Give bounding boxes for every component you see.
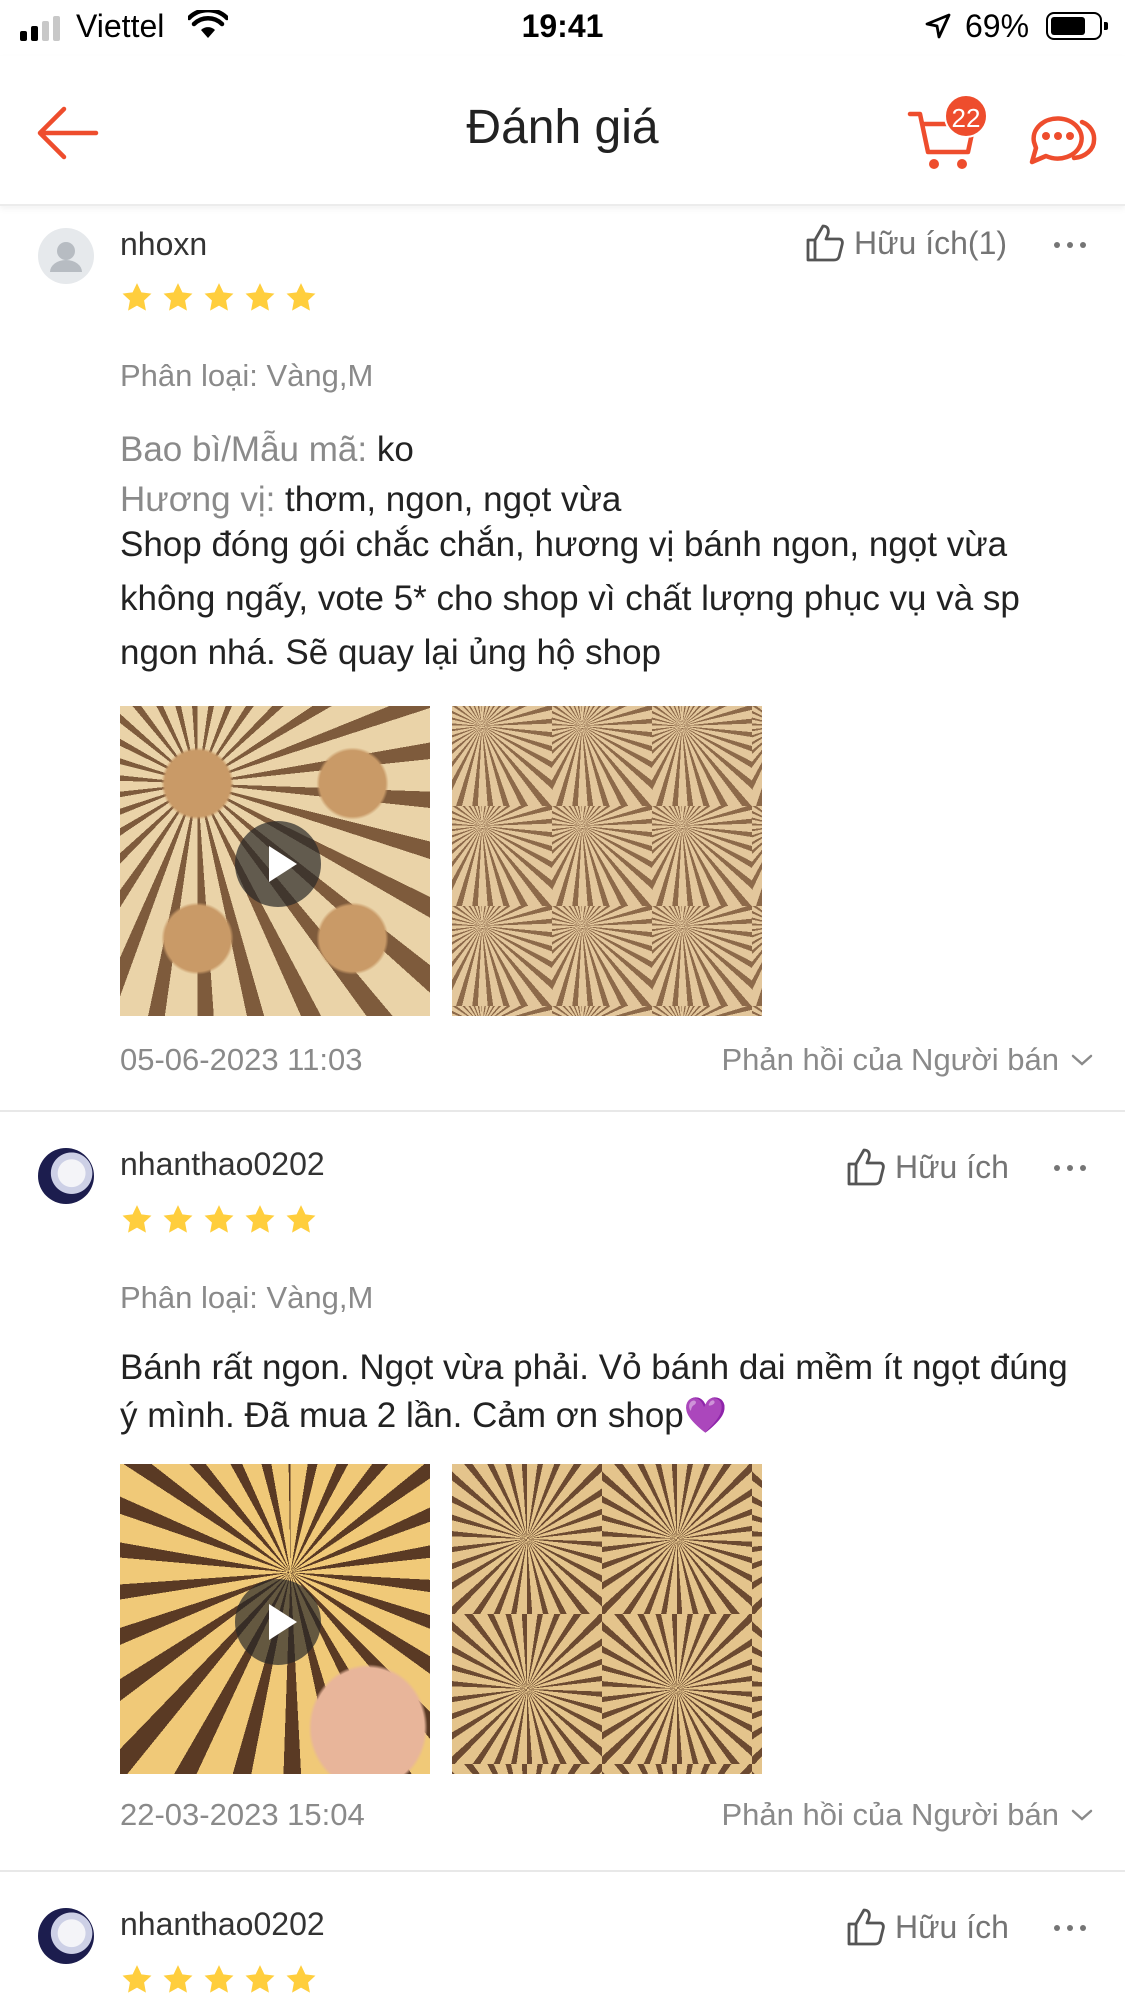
review-username: nhoxn <box>120 226 208 262</box>
review-text: Bánh rất ngon. Ngọt vừa phải. Vỏ bánh da… <box>120 1348 1068 1435</box>
helpful-label: Hữu ích <box>895 1148 1009 1185</box>
review-date: 05-06-2023 11:03 <box>120 1042 363 1077</box>
more-options-button[interactable] <box>1054 242 1086 254</box>
thumbs-up-icon <box>806 224 844 262</box>
review-variation: Phân loại: Vàng,M <box>120 358 374 393</box>
seller-reply-toggle[interactable]: Phản hồi của Người bán <box>721 1797 1093 1833</box>
chat-bubble-icon <box>1029 116 1097 165</box>
status-bar: Viettel 19:41 69% <box>0 0 1125 56</box>
attribute-key: Hương vị: <box>120 480 276 519</box>
helpful-label: Hữu ích <box>895 1908 1009 1945</box>
star-icon <box>204 1965 234 1993</box>
review-item: nhanthao0202 Hữu ích <box>0 1872 1125 2000</box>
star-icon <box>163 1205 193 1233</box>
review-attribute: Bao bì/Mẫu mã: ko <box>120 430 414 470</box>
clock: 19:41 <box>521 8 604 44</box>
helpful-button[interactable]: Hữu ích <box>845 1146 1009 1188</box>
thumbs-up-icon <box>847 1148 885 1186</box>
more-options-button[interactable] <box>1054 1165 1086 1177</box>
star-icon <box>163 1965 193 1993</box>
more-options-button[interactable] <box>1054 1925 1086 1937</box>
review-variation: Phân loại: Vàng,M <box>120 1280 374 1315</box>
review-video-thumbnail[interactable] <box>120 1464 430 1774</box>
star-rating <box>120 281 318 315</box>
review-photo[interactable] <box>452 706 762 1016</box>
play-icon <box>235 1579 321 1665</box>
review-photo[interactable] <box>452 1464 762 1774</box>
star-icon <box>204 1205 234 1233</box>
play-icon <box>235 821 321 907</box>
review-username: nhanthao0202 <box>120 1146 325 1182</box>
avatar <box>38 1908 94 1964</box>
star-icon <box>286 1205 316 1233</box>
navigation-bar: Đánh giá 22 <box>0 56 1125 206</box>
cart-count-badge: 22 <box>944 94 988 138</box>
chevron-down-icon <box>1071 1054 1093 1066</box>
star-icon <box>245 1205 275 1233</box>
seller-reply-label: Phản hồi của Người bán <box>721 1797 1059 1832</box>
star-icon <box>122 283 152 311</box>
avatar <box>38 1148 94 1204</box>
review-video-thumbnail[interactable] <box>120 706 430 1016</box>
review-username: nhanthao0202 <box>120 1906 325 1942</box>
battery-percentage: 69% <box>965 8 1030 44</box>
star-icon <box>204 283 234 311</box>
review-text: Shop đóng gói chắc chắn, hương vị bánh n… <box>120 525 1020 672</box>
chat-button[interactable] <box>1024 100 1098 174</box>
review-attribute: Hương vị: thơm, ngon, ngọt vừa <box>120 480 621 520</box>
attribute-key: Bao bì/Mẫu mã: <box>120 430 368 469</box>
attribute-value: ko <box>376 430 414 469</box>
review-item: nhanthao0202 Hữu ích Phân loại: Vàng,M B… <box>0 1112 1125 1870</box>
default-user-icon <box>50 242 82 272</box>
seller-reply-label: Phản hồi của Người bán <box>721 1042 1059 1077</box>
star-icon <box>122 1965 152 1993</box>
cart-button[interactable]: 22 <box>906 94 988 174</box>
star-rating <box>120 1203 318 1237</box>
location-arrow-icon <box>925 13 951 39</box>
star-rating <box>120 1963 318 1997</box>
avatar <box>38 228 94 284</box>
thumbs-up-icon <box>847 1908 885 1946</box>
star-icon <box>245 1965 275 1993</box>
helpful-button[interactable]: Hữu ích(1) <box>804 222 1007 264</box>
star-icon <box>245 283 275 311</box>
seller-reply-toggle[interactable]: Phản hồi của Người bán <box>721 1042 1093 1078</box>
attribute-value: thơm, ngon, ngọt vừa <box>285 480 622 519</box>
star-icon <box>122 1205 152 1233</box>
star-icon <box>286 1965 316 1993</box>
review-item: nhoxn Hữu ích(1) Phân loại: Vàng,M Bao b… <box>0 208 1125 1110</box>
helpful-label: Hữu ích(1) <box>854 224 1008 261</box>
review-date: 22-03-2023 15:04 <box>120 1797 365 1832</box>
star-icon <box>286 283 316 311</box>
chevron-down-icon <box>1071 1809 1093 1821</box>
star-icon <box>163 283 193 311</box>
battery-icon <box>1046 12 1108 40</box>
helpful-button[interactable]: Hữu ích <box>845 1906 1009 1948</box>
